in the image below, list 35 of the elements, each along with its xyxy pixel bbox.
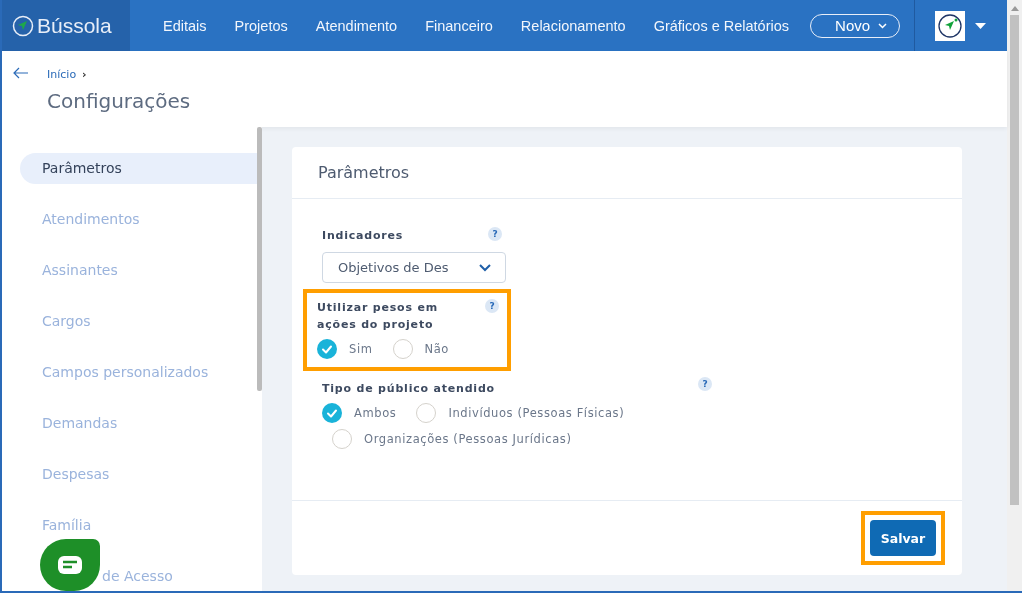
scrollbar[interactable]	[1007, 0, 1022, 591]
chat-icon	[57, 555, 83, 575]
nav-item[interactable]: Financeiro	[406, 17, 502, 34]
help-icon[interactable]: ?	[698, 377, 712, 391]
page-title: Configurações	[47, 89, 191, 113]
help-icon[interactable]: ?	[485, 299, 499, 313]
chevron-down-icon	[479, 263, 491, 272]
breadcrumb-link[interactable]: Início	[47, 68, 77, 81]
breadcrumb-separator: ›	[82, 68, 87, 81]
radio-option[interactable]: Não	[392, 339, 449, 359]
sidebar-item[interactable]: Parâmetros	[20, 153, 257, 184]
help-icon[interactable]: ?	[488, 227, 502, 241]
nav-item[interactable]: Gráficos e Relatórios	[634, 17, 799, 34]
save-button[interactable]: Salvar	[870, 520, 936, 556]
field-label: Tipo de público atendido	[322, 381, 495, 397]
radio-option[interactable]: Organizações (Pessoas Jurídicas)	[332, 429, 572, 449]
caret-icon[interactable]	[975, 22, 987, 29]
nav-item[interactable]: Relacionamento	[501, 17, 635, 34]
nav-item[interactable]: Editais	[144, 17, 216, 34]
sidebar-scrollbar[interactable]	[257, 127, 262, 391]
chat-button[interactable]	[40, 539, 100, 591]
card-title: Parâmetros	[292, 147, 962, 199]
indicator-select[interactable]: Objetivos de Des	[322, 252, 506, 283]
radio-option[interactable]: Indivíduos (Pessoas Físicas)	[416, 403, 625, 423]
back-arrow-icon[interactable]	[13, 67, 29, 79]
nav-item[interactable]: Atendimento	[296, 17, 407, 34]
scroll-up-arrow-icon[interactable]	[1010, 6, 1019, 11]
avatar-icon[interactable]	[935, 10, 966, 41]
radio-option[interactable]: Sim	[317, 339, 373, 359]
field-label: Indicadores	[322, 228, 405, 244]
nav-item[interactable]: Projetos	[215, 17, 297, 34]
radio-option[interactable]: Ambos	[322, 403, 397, 423]
compass-logo-icon	[12, 14, 34, 37]
chevron-icon	[878, 22, 888, 29]
field-label: Utilizar pesos em ações do projeto	[317, 300, 439, 333]
